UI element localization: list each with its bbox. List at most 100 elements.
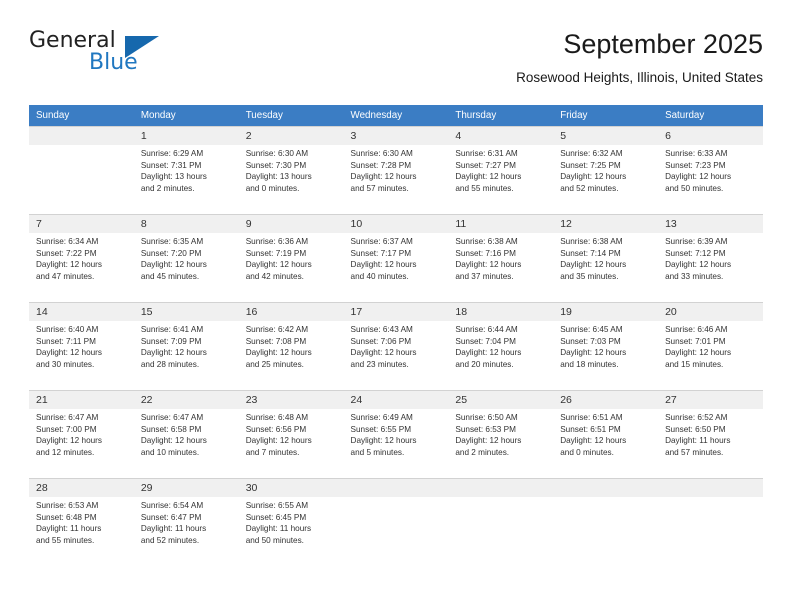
calendar-day-cell[interactable]: 6 Sunrise: 6:33 AM Sunset: 7:23 PM Daylight… <box>658 126 763 214</box>
day-number: 19 <box>553 303 659 321</box>
daylight-text-line2: and 5 minutes. <box>350 447 405 457</box>
calendar-day-cell[interactable]: 24 Sunrise: 6:49 AM Sunset: 6:55 PM Dayligh… <box>343 390 449 478</box>
calendar-day-cell[interactable]: 30 Sunrise: 6:55 AM Sunset: 6:45 PM Dayligh… <box>238 478 344 566</box>
sunrise-text: Sunrise: 6:34 AM <box>36 237 99 246</box>
calendar-cell-inner: 7 Sunrise: 6:34 AM Sunset: 7:22 PM Daylight… <box>29 214 134 302</box>
calendar-day-cell[interactable]: 20 Sunrise: 6:46 AM Sunset: 7:01 PM Dayligh… <box>658 302 763 390</box>
day-details: Sunrise: 6:42 AM Sunset: 7:08 PM Daylight:… <box>239 321 344 370</box>
calendar-cell-inner: 29 Sunrise: 6:54 AM Sunset: 6:47 PM Dayligh… <box>133 478 239 566</box>
sunset-text: Sunset: 7:23 PM <box>665 160 726 170</box>
page-subtitle: Rosewood Heights, Illinois, United State… <box>516 70 763 85</box>
calendar-day-cell[interactable]: 28 Sunrise: 6:53 AM Sunset: 6:48 PM Dayligh… <box>29 478 134 566</box>
sunrise-text: Sunrise: 6:36 AM <box>245 237 309 246</box>
calendar-day-cell[interactable]: 23 Sunrise: 6:48 AM Sunset: 6:56 PM Dayligh… <box>238 390 344 478</box>
day-number: 20 <box>658 303 763 321</box>
day-number: 6 <box>658 127 763 145</box>
sunrise-text: Sunrise: 6:29 AM <box>140 149 204 158</box>
sunrise-text: Sunrise: 6:37 AM <box>350 237 413 246</box>
daylight-text-line1: Daylight: 11 hours <box>140 524 207 534</box>
calendar-cell-inner <box>448 478 554 566</box>
daylight-text-line2: and 57 minutes. <box>350 183 409 193</box>
sunset-text: Sunset: 7:20 PM <box>140 248 202 258</box>
sunrise-text: Sunrise: 6:52 AM <box>665 413 728 422</box>
calendar-cell-inner: 25 Sunrise: 6:50 AM Sunset: 6:53 PM Dayligh… <box>448 390 554 478</box>
day-number: 21 <box>29 391 134 409</box>
calendar-day-cell[interactable]: 27 Sunrise: 6:52 AM Sunset: 6:50 PM Dayligh… <box>658 390 763 478</box>
sunset-text: Sunset: 7:04 PM <box>455 336 516 346</box>
day-details: Sunrise: 6:44 AM Sunset: 7:04 PM Daylight:… <box>448 321 553 370</box>
daylight-text-line2: and 47 minutes. <box>36 271 95 281</box>
calendar-day-cell[interactable]: 14 Sunrise: 6:40 AM Sunset: 7:11 PM Dayligh… <box>29 302 134 390</box>
sunset-text: Sunset: 7:03 PM <box>560 336 621 346</box>
sunrise-text: Sunrise: 6:40 AM <box>36 325 99 334</box>
sunrise-text: Sunrise: 6:47 AM <box>36 413 99 422</box>
daylight-text-line1: Daylight: 12 hours <box>560 348 627 358</box>
calendar-day-cell[interactable]: 29 Sunrise: 6:54 AM Sunset: 6:47 PM Dayligh… <box>133 478 239 566</box>
sunrise-text: Sunrise: 6:48 AM <box>245 413 309 422</box>
calendar-day-cell[interactable]: 12 Sunrise: 6:38 AM Sunset: 7:14 PM Dayligh… <box>553 214 659 302</box>
calendar-day-cell[interactable]: 21 Sunrise: 6:47 AM Sunset: 7:00 PM Dayligh… <box>29 390 134 478</box>
calendar-day-cell[interactable]: 3 Sunrise: 6:30 AM Sunset: 7:28 PM Daylight… <box>343 126 449 214</box>
sunrise-text: Sunrise: 6:50 AM <box>455 413 518 422</box>
page-header: General Blue September 2025 Rosewood Hei… <box>29 28 763 98</box>
day-number: 16 <box>238 303 344 321</box>
daylight-text-line2: and 20 minutes. <box>455 359 514 369</box>
day-number: 22 <box>133 391 239 409</box>
daylight-text-line2: and 37 minutes. <box>455 271 514 281</box>
day-number: 27 <box>658 391 763 409</box>
calendar-cell-inner: 27 Sunrise: 6:52 AM Sunset: 6:50 PM Dayligh… <box>658 390 763 478</box>
sunset-text: Sunset: 7:31 PM <box>140 160 202 170</box>
calendar-cell-inner: 16 Sunrise: 6:42 AM Sunset: 7:08 PM Dayligh… <box>238 302 344 390</box>
general-blue-logo[interactable]: General Blue <box>29 28 199 84</box>
calendar-day-cell[interactable]: 22 Sunrise: 6:47 AM Sunset: 6:58 PM Dayligh… <box>133 390 239 478</box>
day-details: Sunrise: 6:38 AM Sunset: 7:14 PM Daylight:… <box>553 233 658 282</box>
day-number: 3 <box>343 127 449 145</box>
calendar-week-row: 1 Sunrise: 6:29 AM Sunset: 7:31 PM Daylight… <box>29 126 763 214</box>
daylight-text-line1: Daylight: 12 hours <box>560 172 627 182</box>
daylight-text-line2: and 0 minutes. <box>560 447 614 457</box>
calendar-cell-inner: 19 Sunrise: 6:45 AM Sunset: 7:03 PM Dayligh… <box>553 302 659 390</box>
day-number <box>658 479 763 497</box>
calendar-day-cell[interactable]: 5 Sunrise: 6:32 AM Sunset: 7:25 PM Daylight… <box>553 126 659 214</box>
day-number: 14 <box>29 303 134 321</box>
day-number: 25 <box>448 391 554 409</box>
logo-text-blue: Blue <box>89 50 138 75</box>
calendar-day-cell[interactable]: 15 Sunrise: 6:41 AM Sunset: 7:09 PM Dayligh… <box>133 302 239 390</box>
daylight-text-line2: and 52 minutes. <box>140 535 200 545</box>
calendar-day-cell[interactable]: 1 Sunrise: 6:29 AM Sunset: 7:31 PM Daylight… <box>133 126 239 214</box>
calendar-cell-inner: 1 Sunrise: 6:29 AM Sunset: 7:31 PM Daylight… <box>133 126 239 214</box>
day-number: 13 <box>658 215 763 233</box>
calendar-cell-inner: 24 Sunrise: 6:49 AM Sunset: 6:55 PM Dayligh… <box>343 390 449 478</box>
calendar-day-cell[interactable]: 8 Sunrise: 6:35 AM Sunset: 7:20 PM Daylight… <box>133 214 239 302</box>
calendar-day-cell[interactable]: 26 Sunrise: 6:51 AM Sunset: 6:51 PM Dayligh… <box>553 390 659 478</box>
calendar-cell-inner: 21 Sunrise: 6:47 AM Sunset: 7:00 PM Dayligh… <box>29 390 134 478</box>
calendar-day-cell[interactable]: 25 Sunrise: 6:50 AM Sunset: 6:53 PM Dayligh… <box>448 390 554 478</box>
calendar-day-cell[interactable]: 17 Sunrise: 6:43 AM Sunset: 7:06 PM Dayligh… <box>343 302 449 390</box>
calendar-day-cell[interactable]: 4 Sunrise: 6:31 AM Sunset: 7:27 PM Daylight… <box>448 126 554 214</box>
sunrise-text: Sunrise: 6:33 AM <box>665 149 728 158</box>
calendar-day-cell[interactable]: 9 Sunrise: 6:36 AM Sunset: 7:19 PM Daylight… <box>238 214 344 302</box>
daylight-text-line1: Daylight: 12 hours <box>36 260 102 270</box>
calendar-day-cell[interactable]: 19 Sunrise: 6:45 AM Sunset: 7:03 PM Dayligh… <box>553 302 659 390</box>
day-number: 4 <box>448 127 554 145</box>
calendar-day-cell[interactable]: 16 Sunrise: 6:42 AM Sunset: 7:08 PM Dayligh… <box>238 302 344 390</box>
day-number <box>448 479 554 497</box>
daylight-text-line1: Daylight: 12 hours <box>36 436 102 446</box>
sunset-text: Sunset: 7:27 PM <box>455 160 516 170</box>
calendar-day-cell[interactable]: 18 Sunrise: 6:44 AM Sunset: 7:04 PM Dayligh… <box>448 302 554 390</box>
day-details: Sunrise: 6:49 AM Sunset: 6:55 PM Daylight:… <box>344 409 449 458</box>
sunset-text: Sunset: 6:51 PM <box>560 424 621 434</box>
daylight-text-line1: Daylight: 13 hours <box>245 172 312 182</box>
calendar-day-cell[interactable]: 13 Sunrise: 6:39 AM Sunset: 7:12 PM Dayligh… <box>658 214 763 302</box>
day-details: Sunrise: 6:29 AM Sunset: 7:31 PM Daylight:… <box>134 145 239 194</box>
calendar-day-cell[interactable]: 10 Sunrise: 6:37 AM Sunset: 7:17 PM Dayligh… <box>343 214 449 302</box>
daylight-text-line1: Daylight: 12 hours <box>455 348 522 358</box>
daylight-text-line2: and 12 minutes. <box>36 447 95 457</box>
daylight-text-line1: Daylight: 12 hours <box>665 172 732 182</box>
calendar-day-cell[interactable]: 2 Sunrise: 6:30 AM Sunset: 7:30 PM Daylight… <box>238 126 344 214</box>
day-details: Sunrise: 6:36 AM Sunset: 7:19 PM Daylight:… <box>239 233 344 282</box>
calendar-day-cell[interactable]: 11 Sunrise: 6:38 AM Sunset: 7:16 PM Dayligh… <box>448 214 554 302</box>
daylight-text-line2: and 2 minutes. <box>455 447 510 457</box>
sunrise-text: Sunrise: 6:42 AM <box>245 325 309 334</box>
calendar-day-cell[interactable]: 7 Sunrise: 6:34 AM Sunset: 7:22 PM Daylight… <box>29 214 134 302</box>
